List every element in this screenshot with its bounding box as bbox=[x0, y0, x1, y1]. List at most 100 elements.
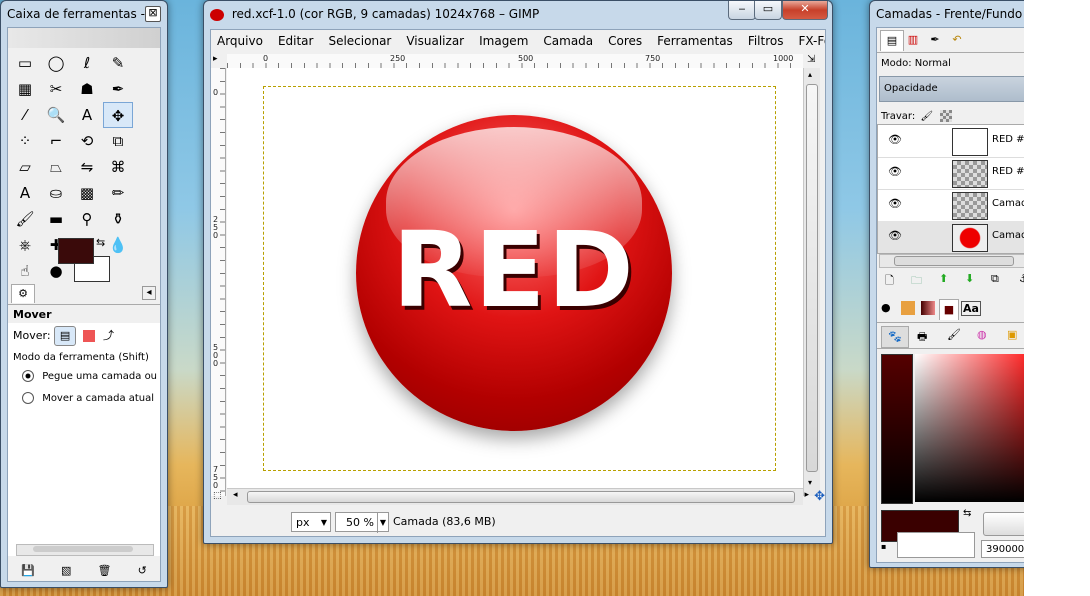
hue-strip[interactable] bbox=[881, 354, 913, 504]
tab-channels-icon[interactable]: ▥ bbox=[903, 30, 923, 50]
mover-path-button[interactable]: ⤴ bbox=[103, 329, 114, 342]
clone-icon[interactable]: ⎈ bbox=[10, 232, 40, 258]
move-icon[interactable]: ✥ bbox=[103, 102, 133, 128]
ruler-corner-icon[interactable]: ▸ bbox=[213, 54, 218, 64]
reset-options-icon[interactable]: ↺ bbox=[138, 564, 147, 577]
image-canvas[interactable]: RED bbox=[263, 86, 776, 471]
perspective-icon[interactable]: ⏢ bbox=[41, 154, 71, 180]
lock-alpha-icon[interactable] bbox=[940, 110, 953, 122]
tab-fgbg-icon[interactable]: ■ bbox=[939, 299, 959, 320]
scale-icon[interactable]: ⧉ bbox=[103, 128, 133, 154]
zoom-selector[interactable]: 50 % ▼ bbox=[335, 512, 389, 533]
tab-cmyk-icon[interactable]: 🖶 bbox=[917, 328, 927, 347]
tab-patterns-icon[interactable] bbox=[901, 301, 915, 315]
pencil-icon[interactable]: ✏ bbox=[103, 180, 133, 206]
visibility-eye-icon[interactable]: 👁 bbox=[888, 229, 902, 242]
mover-selection-button[interactable] bbox=[82, 330, 95, 342]
anchor-layer-icon[interactable]: ⚓ bbox=[1019, 272, 1024, 285]
tab-wheel-icon[interactable]: ◍ bbox=[977, 328, 987, 341]
scroll-right-icon[interactable]: ▸ bbox=[804, 490, 809, 500]
layers-titlebar[interactable]: Camadas - Frente/Fundo bbox=[870, 1, 1024, 27]
menu-item-editar[interactable]: Editar bbox=[278, 34, 314, 48]
scroll-up-icon[interactable]: ▴ bbox=[808, 70, 812, 79]
layer-row[interactable]: 👁 Camad bbox=[878, 189, 1024, 222]
horizontal-scroll-thumb[interactable] bbox=[247, 491, 795, 503]
lower-layer-icon[interactable]: ⬇ bbox=[965, 272, 974, 285]
layer-row[interactable]: 👁 Camad bbox=[878, 221, 1024, 253]
color-history-button[interactable] bbox=[983, 512, 1024, 536]
maximize-button[interactable]: ▭ bbox=[754, 1, 782, 20]
default-colors-icon[interactable]: ▪ bbox=[54, 268, 60, 278]
nav-preview-icon[interactable]: ⇲ bbox=[807, 54, 815, 65]
menu-item-visualizar[interactable]: Visualizar bbox=[406, 34, 464, 48]
duplicate-layer-icon[interactable]: ⧉ bbox=[991, 272, 999, 286]
menu-item-cores[interactable]: Cores bbox=[608, 34, 642, 48]
lock-pixels-icon[interactable]: 🖌 bbox=[920, 111, 933, 122]
tab-gimp-selector-icon[interactable]: 🐾 bbox=[881, 326, 909, 348]
shear-icon[interactable]: ▱ bbox=[10, 154, 40, 180]
menu-item-camada[interactable]: Camada bbox=[543, 34, 593, 48]
opacity-slider[interactable]: Opacidade bbox=[879, 76, 1024, 102]
color-select-icon[interactable]: ▦ bbox=[10, 76, 40, 102]
layer-mode-label[interactable]: Modo: Normal bbox=[881, 58, 951, 69]
delete-options-icon[interactable]: 🗑 bbox=[98, 564, 112, 577]
tab-watercolor-icon[interactable]: 🖌 bbox=[947, 328, 961, 341]
foreground-select-icon[interactable]: ☗ bbox=[72, 76, 102, 102]
zoom-icon[interactable]: 🔍 bbox=[41, 102, 71, 128]
visibility-eye-icon[interactable]: 👁 bbox=[888, 197, 902, 210]
new-layer-group-icon[interactable]: 🗀 bbox=[911, 272, 922, 291]
raise-layer-icon[interactable]: ⬆ bbox=[939, 272, 948, 285]
align-icon[interactable]: ⁘ bbox=[10, 128, 40, 154]
vertical-scroll-thumb[interactable] bbox=[806, 84, 818, 472]
color-picker-area[interactable] bbox=[881, 354, 1024, 504]
flip-icon[interactable]: ⇋ bbox=[72, 154, 102, 180]
layer-row[interactable]: 👁 RED #1 bbox=[878, 157, 1024, 190]
ellipse-select-icon[interactable]: ◯ bbox=[41, 50, 71, 76]
new-layer-icon[interactable]: 🗋 bbox=[885, 272, 894, 291]
tab-paths-icon[interactable]: ✒ bbox=[925, 30, 945, 50]
quickmask-icon[interactable]: ⬚ bbox=[213, 491, 222, 501]
menu-item-arquivo[interactable]: Arquivo bbox=[217, 34, 263, 48]
mover-layer-button[interactable]: ▤ bbox=[54, 326, 77, 346]
blend-icon[interactable]: ▩ bbox=[72, 180, 102, 206]
text-icon[interactable]: A bbox=[10, 180, 40, 206]
save-options-icon[interactable]: 💾 bbox=[21, 564, 35, 577]
scroll-down-icon[interactable]: ▾ bbox=[808, 478, 812, 487]
swap-colors-icon[interactable]: ⇆ bbox=[96, 236, 105, 249]
visibility-eye-icon[interactable]: 👁 bbox=[888, 133, 902, 146]
canvas-viewport[interactable]: RED bbox=[227, 68, 803, 496]
minimize-button[interactable]: ‒ bbox=[728, 1, 756, 20]
crop-icon[interactable]: ⌐ bbox=[41, 128, 71, 154]
toolbox-close-button[interactable]: ⊠ bbox=[145, 6, 161, 22]
foreground-color-swatch[interactable] bbox=[58, 238, 94, 264]
paths-icon[interactable]: ✒ bbox=[103, 76, 133, 102]
scissors-icon[interactable]: ✂ bbox=[41, 76, 71, 102]
lasso-icon[interactable]: ℓ bbox=[72, 50, 102, 76]
smudge-icon[interactable]: ☝ bbox=[10, 258, 40, 284]
tab-gradients-icon[interactable] bbox=[921, 301, 935, 315]
menu-item-imagem[interactable]: Imagem bbox=[479, 34, 528, 48]
radio-move-active-layer[interactable] bbox=[22, 392, 34, 404]
ink-icon[interactable]: ⚱ bbox=[103, 206, 133, 232]
layers-list-scrollbar[interactable] bbox=[879, 254, 1024, 268]
restore-options-icon[interactable]: ▧ bbox=[61, 564, 71, 577]
image-titlebar[interactable]: red.xcf-1.0 (cor RGB, 9 camadas) 1024x76… bbox=[204, 1, 832, 27]
fuzzy-select-icon[interactable]: ✎ bbox=[103, 50, 133, 76]
swap-icon[interactable]: ⇆ bbox=[963, 508, 971, 519]
layer-row[interactable]: 👁 RED #2 bbox=[878, 125, 1024, 158]
paintbrush-icon[interactable]: 🖌 bbox=[10, 206, 40, 232]
tab-layers-icon[interactable]: ▤ bbox=[880, 30, 904, 51]
default-icon[interactable]: ▪ bbox=[881, 542, 886, 551]
radio-pick-layer[interactable] bbox=[22, 370, 34, 382]
close-button[interactable]: ✕ bbox=[782, 1, 828, 20]
menu-item-selecionar[interactable]: Selecionar bbox=[328, 34, 391, 48]
unit-selector[interactable]: px ▼ bbox=[291, 512, 331, 532]
eraser-icon[interactable]: ▬ bbox=[41, 206, 71, 232]
tool-options-tab-icon[interactable]: ⚙ bbox=[11, 284, 35, 303]
menu-item-fxfoundry[interactable]: FX-Foundry bbox=[798, 34, 825, 48]
tab-brushes-icon[interactable]: ● bbox=[881, 301, 891, 314]
tab-undo-icon[interactable]: ↶ bbox=[947, 30, 967, 50]
bucket-fill-icon[interactable]: ⛀ bbox=[41, 180, 71, 206]
bg-swatch[interactable] bbox=[897, 532, 975, 558]
rotate-icon[interactable]: ⟲ bbox=[72, 128, 102, 154]
